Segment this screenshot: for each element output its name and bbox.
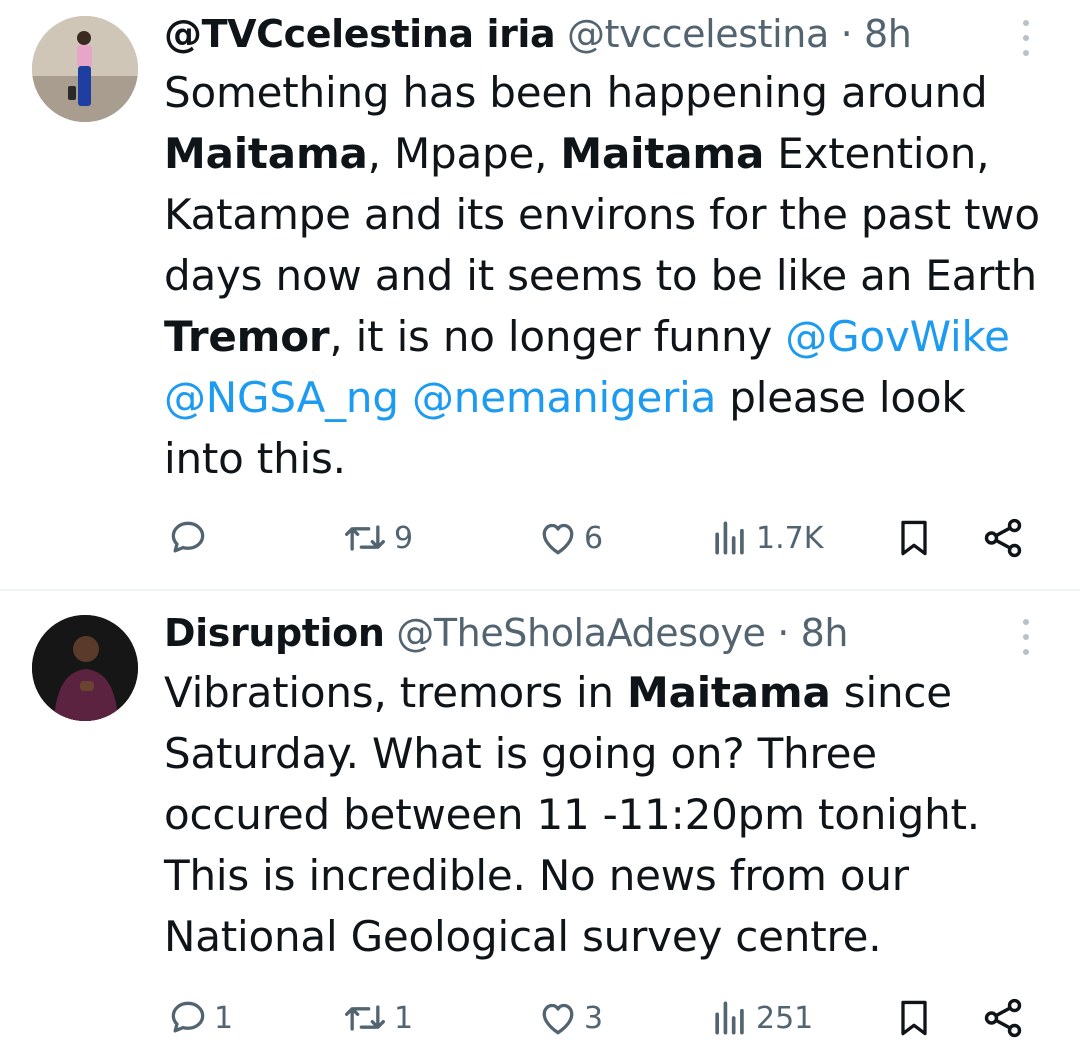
- retweet-button[interactable]: 9: [340, 513, 413, 563]
- tweet-header: Disruption @TheSholaAdesoye · 8h: [164, 609, 848, 657]
- bookmark-button[interactable]: [892, 513, 936, 563]
- bookmark-icon: [901, 520, 927, 556]
- share-icon: [984, 998, 1022, 1038]
- mention-link[interactable]: @nemanigeria: [412, 373, 716, 422]
- tweet-actions: 9 6 1.7K: [0, 513, 1080, 563]
- highlighted-text: Maitama: [560, 129, 765, 178]
- views-count: 251: [756, 1000, 814, 1036]
- like-button[interactable]: 6: [536, 513, 603, 563]
- bookmark-button[interactable]: [892, 993, 936, 1043]
- retweet-icon: [345, 525, 385, 551]
- share-button[interactable]: [980, 513, 1026, 563]
- highlighted-text: Maitama: [164, 129, 368, 178]
- share-button[interactable]: [980, 993, 1026, 1043]
- retweet-count: 9: [394, 520, 414, 556]
- retweet-button[interactable]: 1: [340, 993, 413, 1043]
- share-icon: [984, 518, 1022, 558]
- like-count: 3: [584, 1000, 604, 1036]
- user-handle[interactable]: @TheSholaAdesoye: [396, 611, 766, 655]
- avatar[interactable]: [32, 615, 138, 721]
- retweet-count: 1: [394, 1000, 414, 1036]
- separator-dot: ·: [840, 12, 853, 56]
- tweet-header: @TVCcelestina iria @tvccelestina · 8h: [164, 10, 912, 58]
- reply-icon: [171, 1001, 205, 1033]
- reply-button[interactable]: 1: [166, 993, 233, 1043]
- bookmark-icon: [901, 1000, 927, 1036]
- views-bar-chart-icon: [715, 1001, 744, 1035]
- text-segment: , Mpape,: [367, 129, 561, 178]
- display-name[interactable]: Disruption: [164, 611, 385, 655]
- tweet[interactable]: @TVCcelestina iria @tvccelestina · 8h So…: [0, 0, 1080, 590]
- tweet-text: Something has been happening around Mait…: [164, 62, 1054, 489]
- views-button[interactable]: 1.7K: [708, 513, 823, 563]
- text-segment: Vibrations, tremors in: [164, 668, 627, 717]
- reply-count: 1: [214, 1000, 234, 1036]
- tweet[interactable]: Disruption @TheSholaAdesoye · 8h Vibrati…: [0, 591, 1080, 1059]
- like-count: 6: [584, 520, 604, 556]
- more-vertical-icon[interactable]: [1012, 16, 1040, 60]
- mention-link[interactable]: @NGSA_ng: [164, 373, 399, 422]
- tweet-text: Vibrations, tremors in Maitama since Sat…: [164, 662, 1004, 967]
- highlighted-text: Tremor: [164, 312, 330, 361]
- avatar[interactable]: [32, 16, 138, 122]
- timestamp[interactable]: 8h: [801, 611, 849, 655]
- views-count: 1.7K: [756, 520, 824, 556]
- more-vertical-icon[interactable]: [1012, 615, 1040, 659]
- retweet-icon: [345, 1005, 385, 1031]
- display-name[interactable]: @TVCcelestina iria: [164, 12, 556, 56]
- heart-icon: [542, 1003, 574, 1035]
- reply-icon: [171, 521, 205, 553]
- text-segment: Something has been happening around: [164, 68, 988, 117]
- mention-link[interactable]: @GovWike: [785, 312, 1010, 361]
- views-bar-chart-icon: [715, 521, 744, 555]
- timestamp[interactable]: 8h: [864, 12, 912, 56]
- tweet-actions: 1 1 3 251: [0, 993, 1080, 1043]
- like-button[interactable]: 3: [536, 993, 603, 1043]
- heart-icon: [542, 523, 574, 555]
- user-handle[interactable]: @tvccelestina: [567, 12, 829, 56]
- separator-dot: ·: [777, 611, 789, 655]
- reply-button[interactable]: [166, 513, 214, 563]
- text-segment: , it is no longer funny: [329, 312, 786, 361]
- views-button[interactable]: 251: [708, 993, 813, 1043]
- highlighted-text: Maitama: [626, 668, 831, 717]
- text-segment: [399, 373, 412, 422]
